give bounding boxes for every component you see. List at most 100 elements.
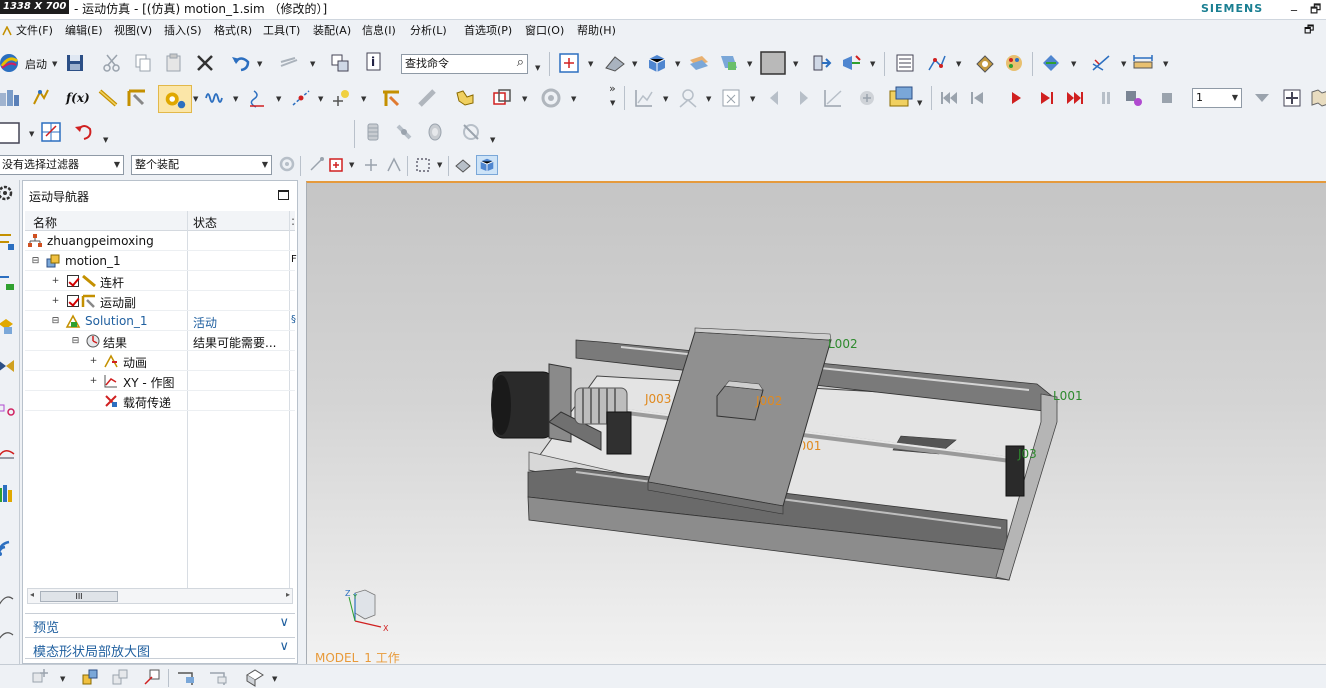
joints-visibility-checkbox[interactable] xyxy=(67,295,79,307)
process-studio-tab-icon[interactable] xyxy=(0,442,16,462)
selection-filter-select[interactable]: 没有选择过滤器 ▼ xyxy=(0,155,124,175)
select-body-icon[interactable] xyxy=(454,156,472,174)
start-dropdown-arrow[interactable]: ▼ xyxy=(52,60,57,68)
measure-x-icon[interactable] xyxy=(720,87,742,109)
load-icon[interactable] xyxy=(330,87,352,109)
assembly-constraint-icon[interactable] xyxy=(80,667,100,687)
wcs-icon[interactable] xyxy=(810,52,832,74)
trace-icon[interactable] xyxy=(677,87,699,109)
component-select-dropdown-arrow[interactable]: ▼ xyxy=(349,161,354,169)
cable-dropdown-arrow[interactable]: ▼ xyxy=(490,136,495,144)
layer-dropdown-arrow[interactable]: ▼ xyxy=(747,60,752,68)
system-materials-tab-icon[interactable] xyxy=(0,624,16,644)
xy-graph-icon[interactable] xyxy=(822,87,844,109)
menu-restore-button[interactable]: 🗗 xyxy=(1304,23,1314,37)
repeat-command-icon[interactable] xyxy=(278,52,300,74)
collapse-triangle-icon[interactable] xyxy=(1251,87,1273,109)
assembly-navigator-icon[interactable] xyxy=(894,52,916,74)
tree-row-motion-1[interactable]: ⊟ motion_1 F xyxy=(25,251,297,271)
label-j003[interactable]: J003 xyxy=(645,392,671,406)
motion-model-3d[interactable] xyxy=(307,183,1326,666)
tree-row-load-transfer[interactable]: 载荷传递 xyxy=(25,391,295,411)
sketch-curve-icon[interactable] xyxy=(926,52,948,74)
measure-distance-dropdown-arrow[interactable]: ▼ xyxy=(1163,60,1168,68)
chevron-down-icon[interactable]: ∨ xyxy=(279,615,289,630)
column-header-more[interactable]: : xyxy=(291,214,295,228)
delete-icon[interactable] xyxy=(194,52,216,74)
menu-info[interactable]: 信息(I) xyxy=(362,24,396,38)
expand-icon[interactable]: + xyxy=(89,377,98,386)
master-model-icon[interactable] xyxy=(30,86,52,108)
menu-view[interactable]: 视图(V) xyxy=(114,24,152,38)
play-icon[interactable] xyxy=(1005,87,1027,109)
gear-dropdown-arrow[interactable]: ▼ xyxy=(193,95,198,103)
menu-file[interactable]: 文件(F) xyxy=(16,24,53,38)
undo-icon[interactable] xyxy=(230,52,252,74)
chevron-down-icon[interactable]: ∨ xyxy=(279,639,289,654)
sketch-dropdown-arrow[interactable]: ▼ xyxy=(956,60,961,68)
palette-icon[interactable] xyxy=(1003,52,1025,74)
start-button-label[interactable]: 启动 xyxy=(25,56,47,72)
rectangle-select-dropdown-arrow[interactable]: ▼ xyxy=(437,161,442,169)
expand-icon[interactable]: + xyxy=(51,277,60,286)
search-icon[interactable]: ⌕ xyxy=(517,55,524,72)
load-transfer-dropdown-arrow[interactable]: ▼ xyxy=(917,99,922,107)
packaging-icon[interactable] xyxy=(1281,87,1303,109)
find-command-input[interactable]: 查找命令 ⌕ xyxy=(401,54,528,74)
minimize-button[interactable]: _ xyxy=(1291,0,1297,12)
command-finder-icon[interactable] xyxy=(329,52,351,74)
save-icon[interactable] xyxy=(64,52,86,74)
collapse-icon[interactable]: ⊟ xyxy=(71,337,80,346)
tree-row-animation[interactable]: + 动画 xyxy=(25,351,295,371)
next-arrow-icon[interactable] xyxy=(793,87,815,109)
link-icon[interactable] xyxy=(97,87,119,109)
web-browser-tab-icon[interactable] xyxy=(0,536,16,558)
wave-linker-icon[interactable] xyxy=(244,667,266,687)
bushing-icon[interactable] xyxy=(362,121,384,143)
find-command-dropdown-arrow[interactable]: ▼ xyxy=(535,64,540,72)
load-transfer-icon[interactable] xyxy=(888,85,914,111)
move-component-dropdown-arrow[interactable]: ▼ xyxy=(870,60,875,68)
mode-shape-panel-header[interactable]: 模态形状局部放大图 ∨ xyxy=(25,637,295,660)
label-l002[interactable]: L002 xyxy=(828,337,858,351)
info-icon[interactable]: i xyxy=(364,51,386,73)
tire-icon[interactable] xyxy=(424,121,446,143)
layer-icon[interactable] xyxy=(688,52,710,74)
collapse-icon[interactable]: ⊟ xyxy=(31,257,40,266)
undo-dropdown-arrow[interactable]: ▼ xyxy=(257,60,262,68)
spring-dropdown-arrow[interactable]: ▼ xyxy=(233,95,238,103)
exploded-view-icon[interactable] xyxy=(176,667,198,687)
point-snap-icon[interactable] xyxy=(362,156,380,174)
repeat-dropdown-arrow[interactable]: ▼ xyxy=(310,60,315,68)
menu-help[interactable]: 帮助(H) xyxy=(577,24,616,38)
copy-icon[interactable] xyxy=(132,52,154,74)
step-back-icon[interactable] xyxy=(966,87,988,109)
wave-linker-dropdown-arrow[interactable]: ▼ xyxy=(272,675,277,683)
fast-forward-icon[interactable] xyxy=(1064,87,1086,109)
maximize-panel-icon[interactable] xyxy=(278,190,289,200)
background-dropdown-arrow[interactable]: ▼ xyxy=(793,60,798,68)
view-frame-dropdown-arrow[interactable]: ▼ xyxy=(29,130,34,138)
tree-row-solution-1[interactable]: ⊟ Solution_1 活动 § xyxy=(25,311,296,331)
cam-icon[interactable] xyxy=(454,87,476,109)
menu-edit[interactable]: 编辑(E) xyxy=(65,24,103,38)
collapse-icon[interactable]: ⊟ xyxy=(51,317,60,326)
graphics-viewport[interactable]: L002 L001 J003 J002 J001 J03 Z Y X MODEL… xyxy=(306,181,1326,666)
tree-row-links[interactable]: + 连杆 xyxy=(25,271,295,291)
fit-view-icon[interactable] xyxy=(558,52,580,74)
start-icon[interactable] xyxy=(0,52,20,74)
links-visibility-checkbox[interactable] xyxy=(67,275,79,287)
spring-icon[interactable] xyxy=(203,87,225,109)
label-j03[interactable]: J03 xyxy=(1018,447,1037,461)
orient-view-dropdown-arrow[interactable]: ▼ xyxy=(675,60,680,68)
previous-arrow-icon[interactable] xyxy=(763,87,785,109)
cut-icon[interactable] xyxy=(101,52,123,74)
curve-snap-icon[interactable] xyxy=(385,156,403,174)
tree-row-joints[interactable]: + 运动副 xyxy=(25,291,295,311)
column-header-status[interactable]: 状态 xyxy=(193,214,217,231)
expand-icon[interactable]: + xyxy=(51,297,60,306)
mate-component-icon[interactable] xyxy=(110,667,130,687)
add-component-dropdown-arrow[interactable]: ▼ xyxy=(60,675,65,683)
driver-gear-icon[interactable] xyxy=(158,85,192,113)
graph-icon[interactable] xyxy=(633,87,655,109)
